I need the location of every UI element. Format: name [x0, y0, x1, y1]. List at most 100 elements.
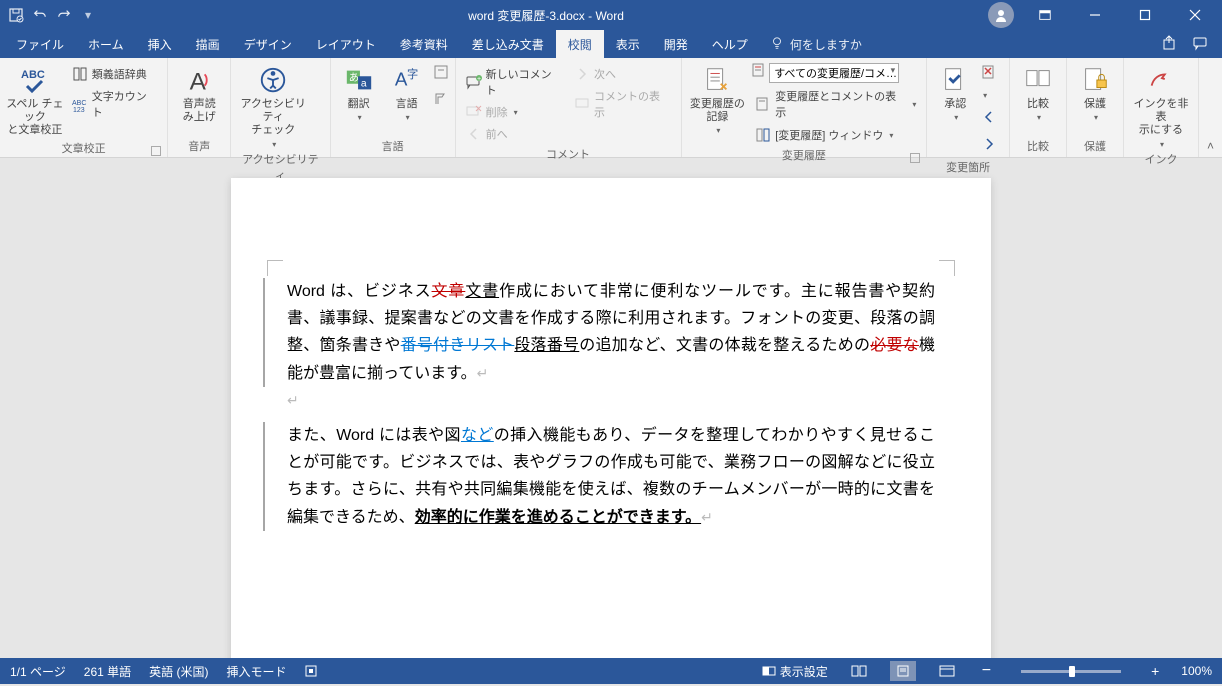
margin-marker — [939, 260, 955, 276]
group-comments-label: コメント — [462, 144, 675, 165]
prev-comment-button: 前へ — [462, 124, 566, 144]
group-compare-label: 比較 — [1016, 136, 1060, 157]
tab-insert[interactable]: 挿入 — [136, 30, 184, 58]
tab-help[interactable]: ヘルプ — [700, 30, 760, 58]
tab-layout[interactable]: レイアウト — [304, 30, 388, 58]
ribbon-display-options[interactable] — [1022, 0, 1068, 30]
tab-home[interactable]: ホーム — [76, 30, 136, 58]
undo-icon[interactable] — [32, 7, 48, 23]
paragraph-mark: ↵ — [477, 365, 489, 381]
autosave-icon[interactable] — [8, 7, 24, 23]
svg-text:ABC: ABC — [21, 69, 45, 81]
document-area[interactable]: Word は、ビジネス文章文書作成において非常に便利なツールです。主に報告書や契… — [0, 158, 1222, 658]
show-markup-button[interactable]: 変更履歴とコメントの表示▾ — [751, 86, 920, 122]
lang-small-1[interactable] — [433, 64, 449, 85]
status-bar: 1/1 ページ 261 単語 英語 (米国) 挿入モード 表示設定 − + 10… — [0, 658, 1222, 684]
deleted-text: 文章 — [432, 283, 466, 300]
track-changes-button[interactable]: 変更履歴の 記録▾ — [688, 60, 748, 136]
minimize-button[interactable] — [1072, 0, 1118, 30]
svg-text:123: 123 — [73, 107, 85, 112]
margin-marker — [267, 260, 283, 276]
tracking-dialog-launcher[interactable] — [910, 153, 920, 163]
display-for-review-combo[interactable]: すべての変更履歴/コメ… — [769, 63, 899, 83]
blank-paragraph[interactable]: ↵ — [287, 387, 935, 414]
proofing-dialog-launcher[interactable] — [151, 146, 161, 156]
svg-text:ABC: ABC — [72, 100, 86, 107]
show-comments-button: コメントの表示 — [570, 86, 674, 122]
prev-change-button[interactable] — [981, 109, 1003, 130]
share-icon[interactable] — [1162, 35, 1178, 54]
svg-text:A: A — [190, 68, 207, 95]
group-proofing-label: 文章校正 — [6, 138, 161, 159]
group-ink-label: インク — [1130, 149, 1192, 170]
formatted-text: 効率的に作業を進めることができます。 — [415, 509, 701, 526]
accessibility-check-button[interactable]: アクセシビリティ チェック▾ — [237, 60, 309, 149]
next-change-button[interactable] — [981, 136, 1003, 157]
ribbon: ABC スペル チェック と文章校正 類義語辞典 ABC123文字カウント 文章… — [0, 58, 1222, 158]
paragraph-1[interactable]: Word は、ビジネス文章文書作成において非常に便利なツールです。主に報告書や契… — [263, 278, 935, 387]
svg-text:A: A — [394, 69, 407, 90]
read-aloud-button[interactable]: A音声読 み上げ — [174, 60, 224, 124]
svg-text:+: + — [477, 76, 481, 83]
zoom-level[interactable]: 100% — [1181, 664, 1212, 678]
comments-icon[interactable] — [1192, 35, 1208, 54]
spellcheck-button[interactable]: ABC スペル チェック と文章校正 — [6, 60, 64, 138]
tab-design[interactable]: デザイン — [232, 30, 304, 58]
next-comment-button: 次へ — [570, 64, 674, 84]
zoom-in[interactable]: + — [1147, 663, 1163, 679]
deleted-text: 必要な — [870, 337, 919, 354]
svg-text:字: 字 — [407, 67, 418, 81]
display-settings[interactable]: 表示設定 — [762, 663, 828, 680]
read-mode-view[interactable] — [846, 661, 872, 681]
zoom-slider[interactable] — [1021, 670, 1121, 673]
insert-mode[interactable]: 挿入モード — [226, 663, 286, 680]
print-layout-view[interactable] — [890, 661, 916, 681]
accept-button[interactable]: 承認▾ — [933, 60, 977, 123]
window-title: word 変更履歴-3.docx - Word — [104, 7, 988, 24]
display-for-review-icon — [751, 62, 767, 83]
inserted-text: など — [461, 427, 494, 444]
group-protect-label: 保護 — [1073, 136, 1117, 157]
close-button[interactable] — [1172, 0, 1218, 30]
page-count[interactable]: 1/1 ページ — [10, 663, 66, 680]
page[interactable]: Word は、ビジネス文章文書作成において非常に便利なツールです。主に報告書や契… — [231, 178, 991, 658]
protect-button[interactable]: 保護▾ — [1073, 60, 1117, 123]
zoom-out[interactable]: − — [978, 662, 995, 680]
svg-text:あ: あ — [348, 72, 358, 84]
translate-button[interactable]: あa翻訳▾ — [337, 60, 381, 123]
lang-small-2[interactable] — [433, 91, 449, 112]
web-layout-view[interactable] — [934, 661, 960, 681]
thesaurus-button[interactable]: 類義語辞典 — [68, 64, 162, 84]
macro-recorder[interactable] — [304, 664, 318, 678]
qat-customize-icon[interactable]: ▾ — [80, 7, 96, 23]
tab-review[interactable]: 校閲 — [556, 30, 604, 58]
new-comment-button[interactable]: +新しいコメント — [462, 64, 566, 100]
tell-me-search[interactable]: 何をしますか — [760, 30, 872, 58]
paragraph-2[interactable]: また、Word には表や図などの挿入機能もあり、データを整理してわかりやすく見せ… — [263, 422, 935, 531]
inserted-text: 文書 — [465, 283, 499, 300]
lightbulb-icon — [770, 36, 784, 53]
compare-button[interactable]: 比較▾ — [1016, 60, 1060, 123]
tab-references[interactable]: 参考資料 — [388, 30, 460, 58]
hide-ink-button[interactable]: インクを非表 示にする▾ — [1130, 60, 1192, 149]
tab-mailings[interactable]: 差し込み文書 — [460, 30, 556, 58]
group-language-label: 言語 — [337, 136, 449, 157]
account-avatar[interactable] — [988, 2, 1014, 28]
paragraph-mark: ↵ — [701, 509, 713, 525]
wordcount-button[interactable]: ABC123文字カウント — [68, 86, 162, 122]
reviewing-pane-button[interactable]: [変更履歴] ウィンドウ▾ — [751, 125, 920, 145]
tab-developer[interactable]: 開発 — [652, 30, 700, 58]
menu-bar: ファイル ホーム 挿入 描画 デザイン レイアウト 参考資料 差し込み文書 校閲… — [0, 30, 1222, 58]
tab-draw[interactable]: 描画 — [184, 30, 232, 58]
language-button[interactable]: A字言語▾ — [385, 60, 429, 123]
delete-comment-button: 削除▾ — [462, 102, 566, 122]
collapse-ribbon-icon[interactable]: ˄ — [1207, 139, 1214, 153]
tab-view[interactable]: 表示 — [604, 30, 652, 58]
redo-icon[interactable] — [56, 7, 72, 23]
tab-file[interactable]: ファイル — [4, 30, 76, 58]
group-speech-label: 音声 — [174, 136, 224, 157]
reject-button[interactable]: ▾ — [981, 64, 1003, 103]
language-status[interactable]: 英語 (米国) — [149, 663, 208, 680]
maximize-button[interactable] — [1122, 0, 1168, 30]
word-count[interactable]: 261 単語 — [84, 663, 131, 680]
